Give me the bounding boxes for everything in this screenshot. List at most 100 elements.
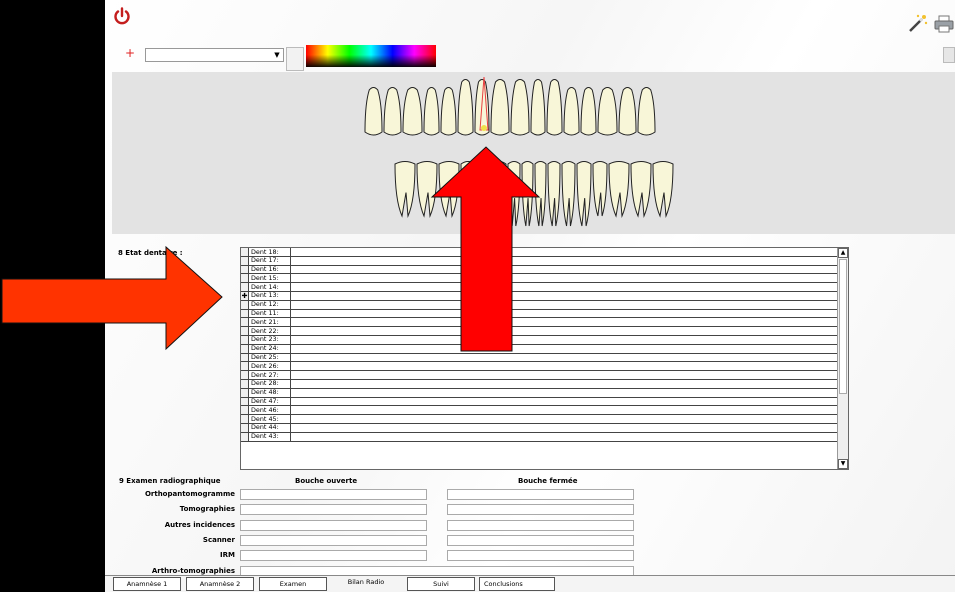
exam-open-field[interactable] <box>240 504 427 516</box>
tooth-value-cell[interactable] <box>290 371 836 379</box>
tooth-row[interactable]: Dent 43: <box>241 432 848 442</box>
upper-tooth[interactable] <box>563 87 580 136</box>
tooth-row[interactable]: Dent 14: <box>241 283 848 292</box>
tooth-row[interactable]: Dent 47: <box>241 397 848 407</box>
tooth-value-cell[interactable] <box>290 379 836 388</box>
lower-tooth[interactable] <box>652 161 674 218</box>
upper-tooth[interactable] <box>618 87 637 136</box>
magic-wand-icon[interactable] <box>907 14 929 34</box>
exam-closed-field[interactable] <box>447 489 634 500</box>
tooth-row[interactable]: Dent 21: <box>241 318 848 328</box>
tab-conclusions[interactable]: Conclusions <box>479 577 555 591</box>
tab-anamnese-1[interactable]: Anamnèse 1 <box>113 577 181 591</box>
tooth-value-cell[interactable] <box>290 291 836 300</box>
tab-anamnese-2[interactable]: Anamnèse 2 <box>186 577 254 591</box>
lower-tooth[interactable] <box>460 161 476 217</box>
lower-tooth[interactable] <box>476 161 492 227</box>
tab-suivi[interactable]: Suivi <box>407 577 475 591</box>
tooth-value-cell[interactable] <box>290 283 836 291</box>
row-selector[interactable] <box>241 397 249 406</box>
dental-chart[interactable] <box>112 72 955 234</box>
upper-tooth[interactable] <box>637 87 656 136</box>
row-selector[interactable]: ✚ <box>241 291 249 300</box>
upper-tooth[interactable] <box>457 79 474 136</box>
dental-chart-area[interactable] <box>112 72 955 234</box>
lower-tooth[interactable] <box>507 161 521 227</box>
upper-tooth[interactable] <box>383 87 402 136</box>
tooth-value-cell[interactable] <box>290 300 836 309</box>
tooth-value-cell[interactable] <box>290 274 836 283</box>
tab-examen[interactable]: Examen <box>259 577 327 591</box>
tooth-value-cell[interactable] <box>290 353 836 362</box>
tooth-row[interactable]: Dent 12: <box>241 300 848 310</box>
tooth-row[interactable]: Dent 45: <box>241 415 848 424</box>
tooth-row[interactable]: Dent 26: <box>241 362 848 372</box>
tooth-value-cell[interactable] <box>290 406 836 415</box>
tooth-row[interactable]: Dent 18: <box>241 248 848 257</box>
color-palette[interactable] <box>306 45 436 67</box>
lower-tooth[interactable] <box>438 161 460 218</box>
row-selector[interactable] <box>241 415 249 423</box>
tooth-value-cell[interactable] <box>290 327 836 335</box>
upper-tooth[interactable] <box>580 87 597 136</box>
grid-scrollbar[interactable]: ▲ ▼ <box>837 248 848 469</box>
tooth-value-cell[interactable] <box>290 423 836 432</box>
tooth-row[interactable]: Dent 24: <box>241 344 848 354</box>
tooth-value-cell[interactable] <box>290 248 836 256</box>
row-selector[interactable] <box>241 388 249 397</box>
exam-closed-field[interactable] <box>447 519 634 531</box>
tooth-row[interactable]: Dent 46: <box>241 406 848 416</box>
upper-tooth[interactable] <box>423 87 440 136</box>
tab-bilan-radio[interactable]: Bilan Radio <box>332 577 400 591</box>
tooth-row[interactable]: Dent 27: <box>241 371 848 380</box>
tooth-value-cell[interactable] <box>290 362 836 371</box>
row-selector[interactable] <box>241 327 249 335</box>
tooth-value-cell[interactable] <box>290 415 836 423</box>
row-selector[interactable] <box>241 371 249 379</box>
tooth-row[interactable]: Dent 44: <box>241 423 848 433</box>
exam-open-field[interactable] <box>240 519 427 531</box>
current-color-swatch[interactable] <box>286 47 304 71</box>
row-selector[interactable] <box>241 432 249 441</box>
lower-tooth[interactable] <box>576 161 592 227</box>
tooth-row[interactable]: Dent 28: <box>241 379 848 389</box>
row-selector[interactable] <box>241 344 249 353</box>
exam-closed-field[interactable] <box>447 550 634 562</box>
lower-tooth[interactable] <box>547 161 561 227</box>
exam-closed-field[interactable] <box>447 504 634 516</box>
upper-tooth[interactable] <box>364 87 383 136</box>
tooth-row[interactable]: Dent 25: <box>241 353 848 363</box>
row-selector[interactable] <box>241 318 249 327</box>
upper-tooth[interactable] <box>490 79 510 136</box>
lower-tooth[interactable] <box>608 161 630 218</box>
scroll-down-icon[interactable]: ▼ <box>838 459 848 469</box>
tooth-value-cell[interactable] <box>290 265 836 274</box>
exam-open-field[interactable] <box>240 534 427 546</box>
tooth-row[interactable]: Dent 16: <box>241 265 848 275</box>
tooth-row[interactable]: Dent 17: <box>241 256 848 266</box>
lower-tooth[interactable] <box>416 161 438 218</box>
row-selector[interactable] <box>241 283 249 291</box>
upper-tooth[interactable] <box>402 87 423 136</box>
row-selector[interactable] <box>241 362 249 371</box>
tooth-row[interactable]: ✚ Dent 13: <box>241 291 848 301</box>
lower-tooth[interactable] <box>561 161 576 227</box>
row-selector[interactable] <box>241 256 249 265</box>
teeth-grid[interactable]: Dent 18: Dent 17: Dent 16: Dent 15: Dent 14:… <box>240 247 849 470</box>
row-selector[interactable] <box>241 406 249 415</box>
exam-open-field[interactable] <box>240 550 427 562</box>
row-selector[interactable] <box>241 300 249 309</box>
row-selector[interactable] <box>241 309 249 318</box>
tooth-value-cell[interactable] <box>290 432 836 441</box>
upper-tooth[interactable] <box>510 79 530 136</box>
scroll-up-icon[interactable]: ▲ <box>838 248 848 258</box>
tooth-value-cell[interactable] <box>290 388 836 397</box>
row-selector[interactable] <box>241 248 249 256</box>
tooth-value-cell[interactable] <box>290 309 836 318</box>
lower-tooth[interactable] <box>630 161 652 218</box>
symbol-select[interactable]: ▼ <box>145 48 284 62</box>
upper-tooth[interactable] <box>597 87 618 136</box>
power-icon[interactable] <box>113 7 131 25</box>
tooth-row[interactable]: Dent 11: <box>241 309 848 319</box>
exam-open-field[interactable] <box>240 489 427 500</box>
